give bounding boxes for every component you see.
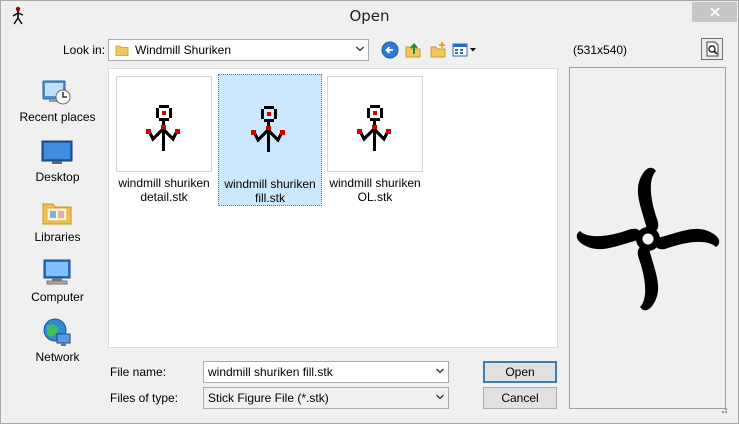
file-thumbnail bbox=[221, 77, 313, 171]
window-title: Open bbox=[349, 7, 390, 25]
place-label: Network bbox=[35, 350, 80, 364]
file-list[interactable]: windmill shuriken detail.stk windmill sh… bbox=[108, 68, 558, 348]
resize-grip-icon[interactable] bbox=[718, 404, 728, 414]
file-name-field[interactable]: windmill shuriken fill.stk bbox=[203, 361, 449, 383]
new-folder-icon bbox=[430, 42, 446, 58]
look-in-value: Windmill Shuriken bbox=[135, 43, 232, 57]
file-type-select[interactable]: Stick Figure File (*.stk) bbox=[203, 387, 449, 409]
file-name-label: windmill shuriken fill.stk bbox=[224, 177, 316, 205]
place-label: Libraries bbox=[34, 230, 81, 244]
file-name-field-label: File name: bbox=[110, 365, 167, 379]
place-label: Computer bbox=[31, 290, 84, 304]
cancel-button[interactable]: Cancel bbox=[483, 387, 557, 409]
file-item[interactable]: windmill shuriken detail.stk bbox=[116, 76, 212, 206]
file-type-value: Stick Figure File (*.stk) bbox=[208, 391, 329, 405]
computer-icon bbox=[43, 259, 71, 285]
file-name-label: windmill shuriken detail.stk bbox=[118, 176, 210, 204]
open-button[interactable]: Open bbox=[483, 361, 557, 383]
preview-pane bbox=[569, 67, 726, 409]
libraries-icon bbox=[42, 203, 72, 225]
place-libraries[interactable]: Libraries bbox=[9, 194, 106, 252]
look-in-combo[interactable]: Windmill Shuriken bbox=[108, 39, 369, 61]
places-bar: Recent places Desktop Libraries Computer… bbox=[9, 68, 106, 371]
preview-toggle-button[interactable] bbox=[701, 38, 723, 60]
close-icon bbox=[709, 7, 720, 17]
new-folder-button[interactable] bbox=[428, 40, 448, 60]
look-in-label: Look in: bbox=[63, 43, 106, 57]
place-label: Desktop bbox=[35, 170, 80, 184]
file-item-selected[interactable]: windmill shuriken fill.stk bbox=[218, 74, 322, 206]
recent-places-icon bbox=[42, 80, 71, 105]
chevron-down-icon bbox=[356, 46, 364, 52]
stick-figure-thumbnail-icon bbox=[146, 105, 180, 151]
up-folder-icon bbox=[405, 42, 421, 58]
network-icon bbox=[43, 318, 71, 346]
back-arrow-icon bbox=[381, 41, 399, 59]
file-thumbnail bbox=[327, 76, 423, 172]
magnifier-page-icon bbox=[706, 41, 719, 57]
up-folder-button[interactable] bbox=[403, 40, 423, 60]
file-name-value: windmill shuriken fill.stk bbox=[208, 365, 333, 379]
file-item[interactable]: windmill shuriken OL.stk bbox=[327, 76, 423, 206]
title-bar[interactable]: Open bbox=[1, 1, 738, 32]
place-computer[interactable]: Computer bbox=[9, 254, 106, 312]
place-desktop[interactable]: Desktop bbox=[9, 134, 106, 192]
view-menu-button[interactable] bbox=[452, 40, 478, 60]
stick-figure-thumbnail-icon bbox=[357, 105, 391, 151]
image-dimensions: (531x540) bbox=[573, 43, 628, 57]
file-thumbnail bbox=[116, 76, 212, 172]
place-recent-places[interactable]: Recent places bbox=[9, 74, 106, 132]
file-name-label: windmill shuriken OL.stk bbox=[329, 176, 421, 204]
place-label: Recent places bbox=[19, 110, 96, 124]
open-dialog: Open Look in: Windmill Shuriken (531x540… bbox=[0, 0, 739, 424]
chevron-down-icon bbox=[436, 394, 444, 400]
chevron-down-icon[interactable] bbox=[436, 368, 444, 374]
file-type-field-label: Files of type: bbox=[110, 391, 179, 405]
stick-figure-thumbnail-icon bbox=[251, 106, 285, 152]
place-network[interactable]: Network bbox=[9, 314, 106, 372]
folder-icon bbox=[115, 45, 129, 56]
back-button[interactable] bbox=[380, 40, 400, 60]
view-grid-icon bbox=[452, 43, 476, 57]
desktop-icon bbox=[41, 140, 73, 164]
shuriken-preview-image bbox=[576, 167, 720, 311]
close-button[interactable] bbox=[692, 2, 737, 22]
